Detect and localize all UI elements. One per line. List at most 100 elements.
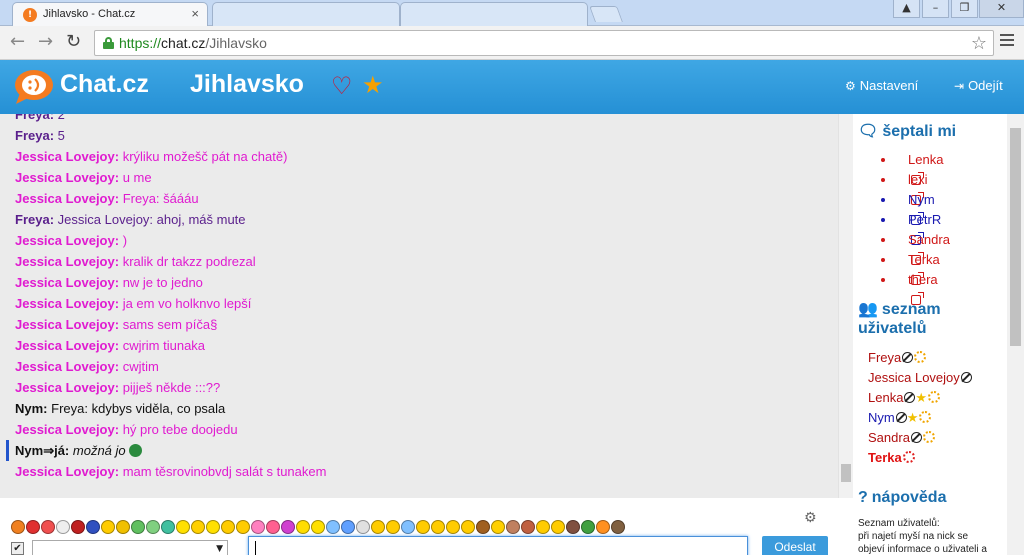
emoticon-icon[interactable] [116,519,130,534]
emoticon-icon[interactable] [311,519,325,534]
forward-arrow-icon[interactable]: → [38,32,53,52]
browser-menu-icon[interactable] [1000,34,1014,49]
message-nick[interactable]: Jessica Lovejoy: [15,275,119,290]
tab-close-icon[interactable]: × [191,6,199,21]
emoticon-icon[interactable] [86,519,100,534]
emoticon-icon[interactable] [356,519,370,534]
message-text: možná jo [72,443,126,458]
message-nick[interactable]: Jessica Lovejoy: [15,296,119,311]
message-nick[interactable]: Jessica Lovejoy: [15,149,119,164]
emoticon-icon[interactable] [521,519,535,534]
user-item[interactable]: Lenka ★ [868,388,972,408]
address-bar[interactable]: https://chat.cz/Jihlavsko ☆ [94,30,994,56]
message-input[interactable] [248,536,748,555]
emoticon-icon[interactable] [206,519,220,534]
help-heading[interactable]: ? nápověda [858,488,946,507]
user-item[interactable]: Nym ★ [868,408,972,428]
message-nick[interactable]: Jessica Lovejoy: [15,317,119,332]
logout-link[interactable]: ⇥ Odejít [954,78,1003,93]
emoticon-icon[interactable] [431,519,445,534]
recipient-select[interactable]: ▼ [32,540,228,555]
settings-link[interactable]: ⚙ Nastavení [845,78,918,93]
user-item[interactable]: Sandra [868,428,972,448]
close-window-icon[interactable]: ✕ [979,0,1024,18]
emoticon-icon[interactable] [416,519,430,534]
minimize-icon[interactable]: – [922,0,949,18]
emoticon-icon[interactable] [236,519,250,534]
logo-text[interactable]: Chat.cz [60,70,149,99]
emoticon-icon[interactable] [341,519,355,534]
message-nick[interactable]: Freya: [15,128,54,143]
message-nick[interactable]: Jessica Lovejoy: [15,380,119,395]
emoticon-icon[interactable] [266,519,280,534]
message-nick[interactable]: Jessica Lovejoy: [15,464,119,479]
emoticon-icon[interactable] [506,519,520,534]
emoticon-icon[interactable] [296,519,310,534]
emoticon-icon[interactable] [446,519,460,534]
emoticon-icon[interactable] [146,519,160,534]
emoticon-icon[interactable] [566,519,580,534]
emoticon-icon[interactable] [56,519,70,534]
emoticon-icon[interactable] [71,519,85,534]
emoticon-icon[interactable] [476,519,490,534]
emoticon-icon[interactable] [191,519,205,534]
new-tab-button[interactable] [589,6,623,22]
favorite-star-icon[interactable]: ★ [362,71,384,99]
message-nick[interactable]: Jessica Lovejoy: [15,191,119,206]
user-item[interactable]: Jessica Lovejoy [868,368,972,388]
back-arrow-icon[interactable]: ← [10,32,25,52]
emoticon-icon[interactable] [176,519,190,534]
bookmark-star-icon[interactable]: ☆ [971,33,987,54]
chat-logo-icon[interactable] [14,69,54,105]
emoticon-icon[interactable] [326,519,340,534]
message-nick[interactable]: Nym [15,443,43,458]
message-nick[interactable]: Freya: [15,212,54,227]
message-nick[interactable]: Jessica Lovejoy: [15,233,119,248]
bullet-icon [881,198,885,202]
emoticon-icon[interactable] [26,519,40,534]
user-item[interactable]: Freya [868,348,972,368]
emoticon-settings-gear-icon[interactable]: ⚙ [804,510,817,526]
emoticon-icon[interactable] [131,519,145,534]
emoticon-icon[interactable] [161,519,175,534]
emoticon-icon[interactable] [101,519,115,534]
emoticon-icon[interactable] [281,519,295,534]
emoticon-icon[interactable] [221,519,235,534]
restore-icon[interactable]: ❐ [951,0,978,18]
emoticon-icon[interactable] [611,519,625,534]
reload-icon[interactable]: ↻ [66,32,81,52]
emoticon-icon[interactable] [491,519,505,534]
message-nick[interactable]: Freya: [15,114,54,122]
browser-tab[interactable] [212,2,400,26]
chat-scrollbar[interactable] [838,114,853,498]
message-nick[interactable]: Nym: [15,401,48,416]
message-nick[interactable]: Jessica Lovejoy: [15,338,119,353]
user-item[interactable]: Terka [868,448,972,468]
send-button[interactable]: Odeslat [762,536,828,555]
message-nick[interactable]: Jessica Lovejoy: [15,359,119,374]
whisper-name-text: Sandra [908,232,950,247]
emoticon-icon[interactable] [461,519,475,534]
emoticon-icon[interactable] [596,519,610,534]
emoticon-icon[interactable] [11,519,25,534]
user-icon[interactable]: ▲ [893,0,920,18]
heart-icon[interactable]: ♡ [331,72,353,100]
emoticon-icon[interactable] [536,519,550,534]
message-nick[interactable]: Jessica Lovejoy: [15,254,119,269]
message-nick[interactable]: Jessica Lovejoy: [15,170,119,185]
browser-tab[interactable] [400,2,588,26]
emoticon-icon[interactable] [581,519,595,534]
emoticon-icon[interactable] [41,519,55,534]
emoticon-icon[interactable] [371,519,385,534]
browser-tab-active[interactable]: ! Jihlavsko - Chat.cz × [12,2,208,26]
message-nick[interactable]: Jessica Lovejoy: [15,422,119,437]
emoticon-icon[interactable] [551,519,565,534]
whisper-name-text: Lenka [908,152,944,167]
whispers-heading: 🗨 šeptali mi [858,123,957,140]
sidebar-scrollbar[interactable] [1007,114,1024,555]
emoticon-icon[interactable] [251,519,265,534]
emoticon-icon[interactable] [386,519,400,534]
send-option-checkbox[interactable]: ✔ [11,542,24,555]
whisper-name-text: Nym [908,192,935,207]
emoticon-icon[interactable] [401,519,415,534]
